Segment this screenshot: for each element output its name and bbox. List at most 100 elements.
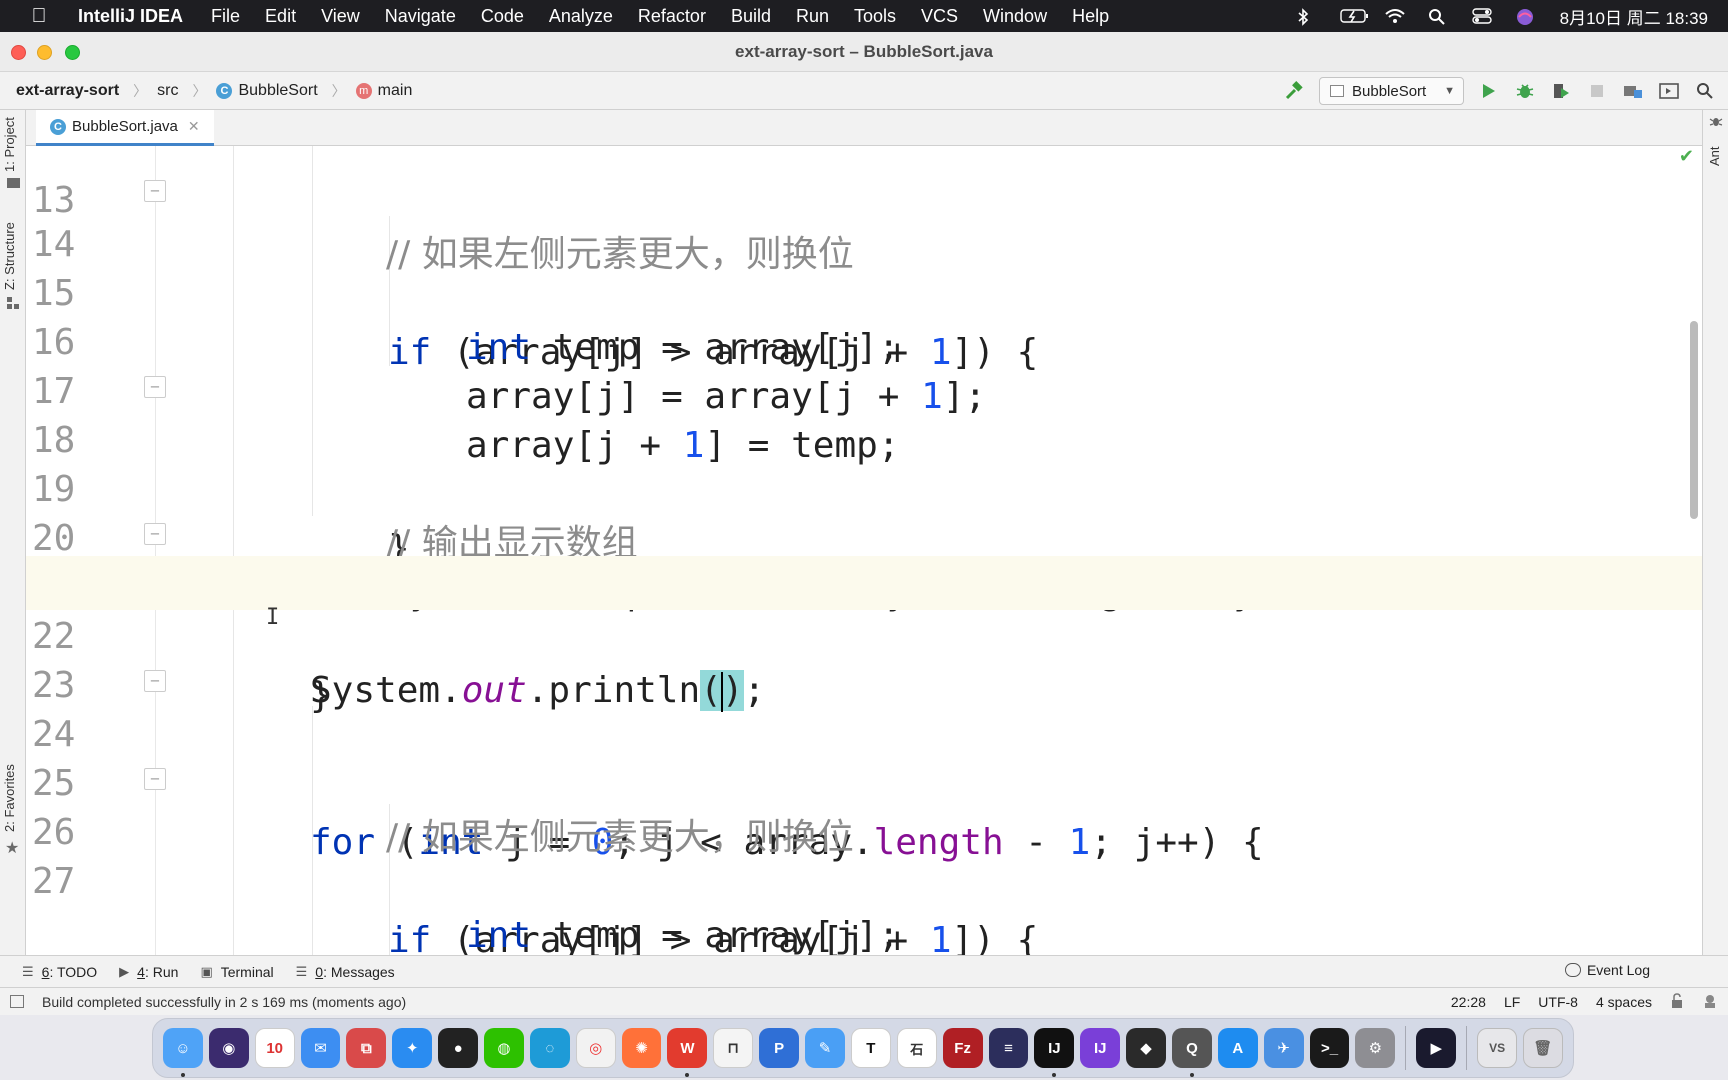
bluetooth-icon[interactable] <box>1296 8 1318 26</box>
menu-refactor[interactable]: Refactor <box>638 6 706 27</box>
wifi-icon[interactable] <box>1384 8 1406 24</box>
menu-view[interactable]: View <box>321 6 360 27</box>
run-play-icon[interactable] <box>1478 80 1500 102</box>
code-line-14[interactable]: 14 − if (array[j] > array[j + 1]) { <box>26 164 1702 373</box>
typora-icon[interactable]: T <box>850 1028 891 1068</box>
menu-code[interactable]: Code <box>481 6 524 27</box>
apple-menu-icon[interactable]:  <box>0 5 78 28</box>
menu-run[interactable]: Run <box>796 6 829 27</box>
code-app-icon[interactable]: ◆ <box>1126 1028 1166 1068</box>
code-line-22-current[interactable]: 22 System.out.println(); <box>26 556 1702 712</box>
tool-tab-structure[interactable]: Z: Structure <box>2 222 17 290</box>
mail-icon[interactable]: ✉ <box>300 1028 341 1068</box>
battery-icon[interactable] <box>1339 8 1368 24</box>
fold-toggle-icon[interactable]: − <box>144 670 166 692</box>
code-line-18[interactable]: 18 − } <box>26 360 1702 569</box>
menu-analyze[interactable]: Analyze <box>549 6 613 27</box>
inspector-hector-icon[interactable] <box>1702 993 1718 1012</box>
code-line-24[interactable]: 24 − for (int j = 0; j < array.length - … <box>26 654 1702 863</box>
app-store-icon[interactable]: A <box>1217 1028 1258 1068</box>
tool-windows-toggle-icon[interactable] <box>10 995 24 1008</box>
menu-build[interactable]: Build <box>731 6 771 27</box>
app-menu[interactable]: IntelliJ IDEA <box>78 6 183 27</box>
code-line-25[interactable]: 25 // 如果左侧元素更大，则换位 <box>26 703 1702 858</box>
line-ending[interactable]: LF <box>1504 994 1520 1010</box>
file-encoding[interactable]: UTF-8 <box>1538 994 1578 1010</box>
editor-scrollbar[interactable] <box>1690 321 1698 519</box>
system-preferences-icon[interactable]: ⚙ <box>1355 1028 1396 1068</box>
close-tab-icon[interactable]: ✕ <box>188 118 200 135</box>
breadcrumb-method[interactable]: m main <box>355 82 412 100</box>
fold-toggle-icon[interactable]: − <box>144 180 166 202</box>
pages-p-icon[interactable]: P <box>759 1028 800 1068</box>
breadcrumb-class[interactable]: C BubbleSort <box>216 82 318 100</box>
screen-recorder-icon[interactable]: ▶ <box>1416 1028 1457 1068</box>
tool-tab-terminal[interactable]: ▣ Terminal <box>200 964 273 980</box>
editor-tab-bubblesort[interactable]: C BubbleSort.java ✕ <box>36 110 214 146</box>
tool-tab-favorites[interactable]: 2: Favorites <box>2 764 17 832</box>
menu-edit[interactable]: Edit <box>265 6 296 27</box>
bird-app-icon[interactable]: ✈ <box>1263 1028 1304 1068</box>
dictionary-icon[interactable]: 石 <box>896 1028 937 1068</box>
intellij-ce-icon[interactable]: IJ <box>1080 1028 1121 1068</box>
menu-tools[interactable]: Tools <box>854 6 896 27</box>
siri-app-icon[interactable]: ◉ <box>208 1028 249 1068</box>
lock-icon[interactable] <box>1670 992 1684 1012</box>
fold-toggle-icon[interactable]: − <box>144 768 166 790</box>
code-line-17[interactable]: 17 array[j + 1] = temp; <box>26 311 1702 466</box>
keynote-icon[interactable]: ⊓ <box>713 1028 754 1068</box>
tool-tab-project[interactable]: 1: Project <box>2 117 17 172</box>
chat-bubble-app-icon[interactable]: ◌ <box>529 1028 570 1068</box>
safari-icon[interactable]: ✦ <box>392 1028 433 1068</box>
debug-bug-icon[interactable] <box>1514 80 1536 102</box>
build-hammer-icon[interactable] <box>1283 80 1305 102</box>
menu-vcs[interactable]: VCS <box>921 6 958 27</box>
wechat-icon[interactable]: ◍ <box>484 1028 524 1068</box>
caret-position[interactable]: 22:28 <box>1451 994 1486 1010</box>
wps-icon[interactable]: W <box>667 1028 708 1077</box>
code-line-20[interactable]: 20 System.out.println(Arrays.toString(ar… <box>26 458 1702 613</box>
code-editor[interactable]: 13 // 如果左侧元素更大，则换位 14 − if (array[j] > a… <box>26 146 1702 955</box>
firefox-icon[interactable]: ✺ <box>621 1028 662 1068</box>
menu-file[interactable]: File <box>211 6 240 27</box>
tool-tab-messages[interactable]: ☰ 0: Messages <box>296 964 395 980</box>
chrome-icon[interactable]: ◎ <box>575 1028 616 1068</box>
status-message[interactable]: Build completed successfully in 2 s 169 … <box>42 994 406 1010</box>
filezilla-icon[interactable]: Fz <box>942 1028 983 1068</box>
stop-icon[interactable] <box>1586 80 1608 102</box>
indent-setting[interactable]: 4 spaces <box>1596 994 1652 1010</box>
run-configuration-dropdown[interactable]: BubbleSort ▼ <box>1319 77 1464 105</box>
eclipse-icon[interactable]: ≡ <box>988 1028 1029 1068</box>
tool-tab-run[interactable]: ▶ 4: Run <box>119 964 178 980</box>
project-structure-icon[interactable] <box>1622 80 1644 102</box>
code-line-15[interactable]: 15 int temp = array[j]; <box>26 213 1702 368</box>
code-line-21[interactable]: 21 − } <box>26 507 1702 716</box>
tool-tab-todo[interactable]: ☰ 6: TODO <box>22 964 97 980</box>
trash-icon[interactable]: 🗑 <box>1523 1028 1563 1068</box>
breadcrumb-project[interactable]: ext-array-sort <box>16 82 119 100</box>
menu-bar-clock[interactable]: 8月10日 周二 18:39 <box>1560 4 1708 29</box>
code-line-26[interactable]: 26 − if (array[j] > array[j + 1]) { <box>26 752 1702 955</box>
tool-tab-ant[interactable]: Ant <box>1707 146 1722 166</box>
breadcrumb-folder[interactable]: src <box>157 82 178 100</box>
terminal-app-icon[interactable]: >_ <box>1309 1028 1350 1068</box>
run-with-coverage-icon[interactable] <box>1550 80 1572 102</box>
quicktime-icon[interactable]: Q <box>1171 1028 1212 1077</box>
menu-window[interactable]: Window <box>983 6 1047 27</box>
event-log-button[interactable]: Event Log <box>1564 962 1650 978</box>
remote-desktop-icon[interactable]: ⧉ <box>346 1028 387 1068</box>
search-everywhere-icon[interactable] <box>1694 80 1716 102</box>
inspection-ok-check-icon[interactable]: ✔ <box>1679 146 1694 167</box>
menu-help[interactable]: Help <box>1072 6 1109 27</box>
qq-icon[interactable]: ● <box>438 1028 479 1068</box>
writing-app-icon[interactable]: ✎ <box>805 1028 845 1068</box>
siri-icon[interactable] <box>1516 8 1538 25</box>
spotlight-search-icon[interactable] <box>1428 8 1450 25</box>
finder-icon[interactable]: ☺ <box>163 1028 203 1077</box>
control-center-icon[interactable] <box>1471 8 1494 24</box>
code-line-19[interactable]: 19 // 输出显示数组 <box>26 409 1702 564</box>
code-line-27[interactable]: 27 int temp = array[j]; <box>26 801 1702 955</box>
presentation-mode-icon[interactable] <box>1658 80 1680 102</box>
vs-document-icon[interactable]: VS <box>1477 1028 1518 1068</box>
fold-toggle-icon[interactable]: − <box>144 376 166 398</box>
